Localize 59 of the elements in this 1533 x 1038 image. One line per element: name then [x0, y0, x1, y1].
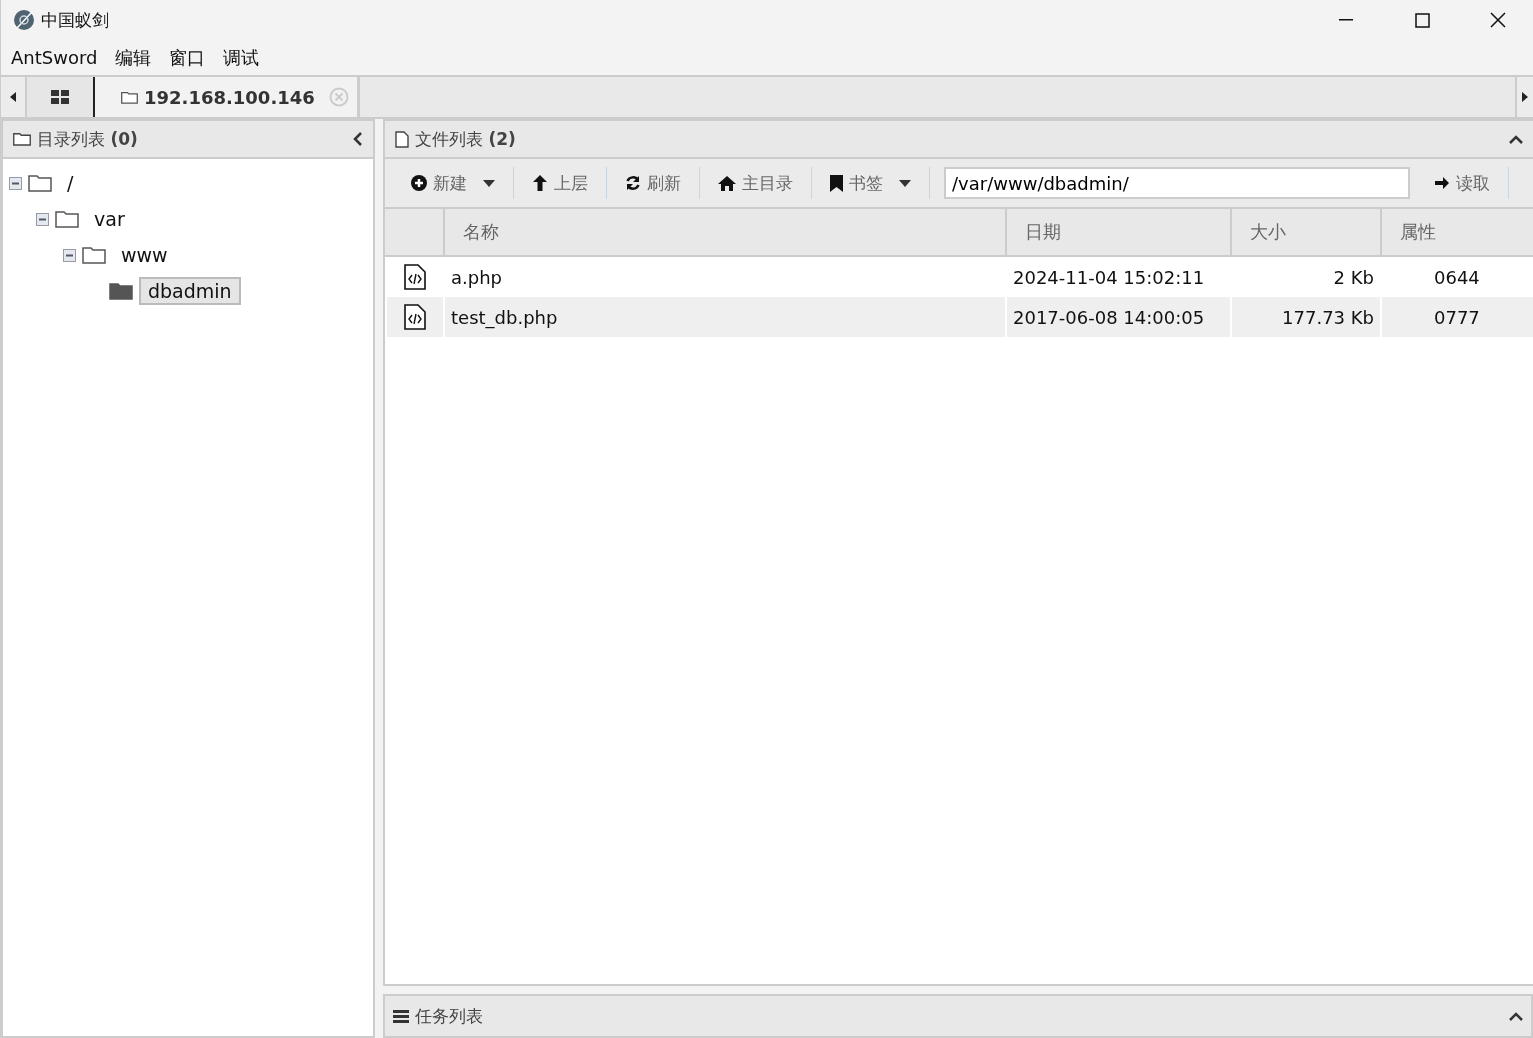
folder-icon — [121, 90, 138, 104]
tree-item[interactable]: www — [112, 241, 177, 269]
caret-icon — [483, 179, 495, 187]
host-tab[interactable]: 192.168.100.146 — [95, 77, 360, 117]
minimize-icon — [1339, 19, 1353, 21]
app-logo-icon — [13, 9, 35, 31]
code-file-icon — [404, 304, 426, 330]
read-button[interactable]: 读取 — [1416, 167, 1509, 199]
column-header[interactable]: 名称 — [443, 209, 1005, 257]
collapse-up-icon[interactable] — [1509, 134, 1523, 144]
menu-item[interactable]: 编辑 — [115, 45, 152, 70]
panel-title: 目录列表 (0) — [37, 127, 139, 151]
window-title: 中国蚁剑 — [41, 8, 110, 32]
tree-item[interactable]: dbadmin — [139, 277, 241, 305]
folder-icon — [13, 132, 31, 146]
panel-title: 文件列表 (2) — [415, 127, 517, 151]
column-header[interactable]: 日期 — [1005, 209, 1230, 257]
right-arrow-icon — [1434, 175, 1450, 191]
home-icon — [718, 175, 736, 191]
menu-item[interactable]: 窗口 — [169, 45, 206, 70]
folder-icon — [82, 246, 106, 264]
column-header[interactable]: 属性 — [1380, 209, 1533, 257]
grid-icon — [51, 90, 69, 104]
panel-title: 任务列表 — [415, 1004, 484, 1028]
menu-item[interactable]: 调试 — [223, 45, 260, 70]
folder-icon — [55, 210, 79, 228]
file-name-cell[interactable]: test_db.php — [443, 297, 1005, 337]
maximize-icon — [1414, 12, 1430, 28]
caret-icon — [899, 179, 911, 187]
toolbar-button[interactable]: 新建 — [393, 167, 514, 199]
date-cell: 2017-06-08 14:00:05 — [1005, 297, 1230, 337]
path-field[interactable]: /var/www/dbadmin/ — [944, 167, 1410, 199]
up-arrow-icon — [532, 174, 548, 192]
column-header[interactable]: 大小 — [1230, 209, 1380, 257]
refresh-icon — [625, 175, 641, 191]
plus-circle-icon — [411, 175, 427, 191]
bookmark-icon — [830, 174, 843, 192]
toolbar-button[interactable]: 主目录 — [700, 167, 812, 199]
toolbar-button[interactable]: 上层 — [514, 167, 607, 199]
right-triangle-icon — [1522, 92, 1528, 102]
collapse-toggle[interactable] — [63, 248, 76, 262]
tree-item[interactable]: var — [85, 205, 134, 233]
menu-item[interactable]: AntSword — [11, 47, 98, 68]
collapse-left-icon[interactable] — [353, 132, 363, 146]
code-file-icon — [404, 264, 426, 290]
collapse-toggle[interactable] — [36, 212, 49, 226]
file-icon — [395, 130, 409, 148]
size-cell: 177.73 Kb — [1230, 297, 1380, 337]
toolbar-button[interactable]: 刷新 — [607, 167, 700, 199]
permission-cell: 0777 — [1380, 297, 1533, 337]
collapse-toggle[interactable] — [9, 176, 22, 190]
close-icon — [1490, 12, 1506, 28]
toolbar-button[interactable]: 书签 — [812, 167, 930, 199]
tree-item[interactable]: / — [58, 169, 83, 197]
folder-icon — [28, 174, 52, 192]
expand-up-icon[interactable] — [1509, 1011, 1523, 1021]
list-icon — [393, 1009, 409, 1023]
folder-icon — [109, 282, 133, 300]
left-triangle-icon — [10, 92, 16, 102]
